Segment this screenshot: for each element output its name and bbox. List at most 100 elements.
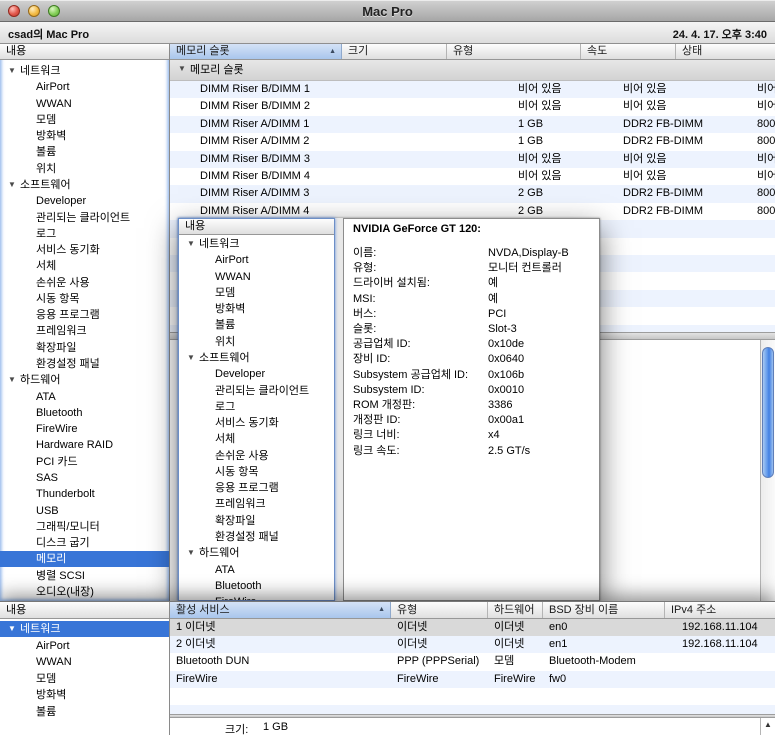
sidebar-item-ata[interactable]: ATA xyxy=(0,389,169,405)
table-row[interactable]: FireWireFireWireFireWirefw0 xyxy=(170,671,775,688)
sidebar-item-airport[interactable]: AirPort xyxy=(0,638,169,654)
sidebar-item-로그[interactable]: 로그 xyxy=(179,399,334,415)
sidebar-item-네트워크[interactable]: ▼네트워크 xyxy=(0,621,169,637)
table-row[interactable]: 2 이더넷이더넷이더넷en1192.168.11.104 xyxy=(170,636,775,653)
sidebar-item-방화벽[interactable]: 방화벽 xyxy=(0,128,169,144)
sidebar-item-환경설정-패널[interactable]: 환경설정 패널 xyxy=(0,356,169,372)
sidebar-item-wwan[interactable]: WWAN xyxy=(179,269,334,285)
column-header-bsd-device[interactable]: BSD 장비 이름 xyxy=(543,602,665,618)
sidebar-item-위치[interactable]: 위치 xyxy=(179,334,334,350)
disclosure-open-icon[interactable]: ▼ xyxy=(187,350,195,366)
table-row[interactable]: DIMM Riser A/DIMM 11 GBDDR2 FB-DIMM800 M… xyxy=(170,116,775,133)
sidebar-item-방화벽[interactable]: 방화벽 xyxy=(0,687,169,703)
vertical-scrollbar[interactable]: ▲ xyxy=(760,718,775,735)
sidebar-header[interactable]: 내용 xyxy=(0,44,169,60)
column-header-active-services[interactable]: 활성 서비스 ▲ xyxy=(170,602,391,618)
sidebar-item-모뎀[interactable]: 모뎀 xyxy=(179,285,334,301)
sidebar-item-developer[interactable]: Developer xyxy=(0,193,169,209)
sidebar-item-소프트웨어[interactable]: ▼소프트웨어 xyxy=(179,350,334,366)
table-row[interactable] xyxy=(170,705,775,714)
scroll-up-icon[interactable]: ▲ xyxy=(764,720,772,729)
disclosure-open-icon[interactable]: ▼ xyxy=(8,372,16,388)
sidebar-item-hardware-raid[interactable]: Hardware RAID xyxy=(0,437,169,453)
memory-group-row[interactable]: ▼ 메모리 슬롯 xyxy=(170,60,775,81)
sidebar-item-관리되는-클라이언트[interactable]: 관리되는 클라이언트 xyxy=(0,210,169,226)
sidebar-item-볼륨[interactable]: 볼륨 xyxy=(0,704,169,720)
sidebar-item-모뎀[interactable]: 모뎀 xyxy=(0,112,169,128)
column-header-type[interactable]: 유형 xyxy=(447,44,581,59)
sidebar-item-서비스-동기화[interactable]: 서비스 동기화 xyxy=(0,242,169,258)
sidebar-item-firewire[interactable]: FireWire xyxy=(179,594,334,601)
sidebar-item-wwan[interactable]: WWAN xyxy=(0,654,169,670)
sidebar-item-디스크-굽기[interactable]: 디스크 굽기 xyxy=(0,535,169,551)
sidebar-header[interactable]: 내용 xyxy=(179,219,334,235)
sidebar-item-오디오(내장)[interactable]: 오디오(내장) xyxy=(0,584,169,600)
column-header-status[interactable]: 상태 xyxy=(676,44,775,59)
table-row[interactable]: DIMM Riser A/DIMM 32 GBDDR2 FB-DIMM800 M… xyxy=(170,185,775,202)
column-header-speed[interactable]: 속도 xyxy=(581,44,676,59)
sidebar-item-방화벽[interactable]: 방화벽 xyxy=(179,301,334,317)
vertical-scrollbar[interactable] xyxy=(760,340,775,601)
sidebar-item-하드웨어[interactable]: ▼하드웨어 xyxy=(0,372,169,388)
disclosure-open-icon[interactable]: ▼ xyxy=(8,177,16,193)
sidebar-item-네트워크[interactable]: ▼네트워크 xyxy=(0,63,169,79)
sidebar-item-메모리[interactable]: 메모리 xyxy=(0,551,169,567)
sidebar-item-서체[interactable]: 서체 xyxy=(0,258,169,274)
sidebar-item-wwan[interactable]: WWAN xyxy=(0,96,169,112)
sidebar-item-환경설정-패널[interactable]: 환경설정 패널 xyxy=(179,529,334,545)
disclosure-open-icon[interactable]: ▼ xyxy=(8,63,16,79)
table-row[interactable]: 1 이더넷이더넷이더넷en0192.168.11.104 xyxy=(170,619,775,636)
sidebar-item-bluetooth[interactable]: Bluetooth xyxy=(179,578,334,594)
window-titlebar[interactable]: Mac Pro xyxy=(0,0,775,22)
sidebar-item-airport[interactable]: AirPort xyxy=(179,252,334,268)
table-row[interactable]: Bluetooth DUNPPP (PPPSerial)모뎀Bluetooth-… xyxy=(170,653,775,670)
disclosure-open-icon[interactable]: ▼ xyxy=(8,621,16,637)
sidebar-item-관리되는-클라이언트[interactable]: 관리되는 클라이언트 xyxy=(179,383,334,399)
column-header-memory-slot[interactable]: 메모리 슬롯 ▲ xyxy=(170,44,342,59)
table-row[interactable]: DIMM Riser B/DIMM 4비어 있음비어 있음비어 있음비어 있음 xyxy=(170,168,775,185)
sidebar-item-프레임워크[interactable]: 프레임워크 xyxy=(179,496,334,512)
table-row[interactable]: DIMM Riser A/DIMM 21 GBDDR2 FB-DIMM800 M… xyxy=(170,133,775,150)
sidebar-item-하드웨어[interactable]: ▼하드웨어 xyxy=(179,545,334,561)
table-row[interactable]: DIMM Riser B/DIMM 3비어 있음비어 있음비어 있음비어 있음 xyxy=(170,151,775,168)
sidebar-item-bluetooth[interactable]: Bluetooth xyxy=(0,405,169,421)
sidebar-item-pci-카드[interactable]: PCI 카드 xyxy=(0,454,169,470)
sidebar-item-모뎀[interactable]: 모뎀 xyxy=(0,671,169,687)
column-header-hardware[interactable]: 하드웨어 xyxy=(488,602,543,618)
sidebar-item-ata[interactable]: ATA xyxy=(179,562,334,578)
sidebar-item-developer[interactable]: Developer xyxy=(179,366,334,382)
sidebar-header[interactable]: 내용 xyxy=(0,602,169,619)
sidebar-item-볼륨[interactable]: 볼륨 xyxy=(179,317,334,333)
table-row[interactable]: DIMM Riser B/DIMM 2비어 있음비어 있음비어 있음비어 있음 xyxy=(170,98,775,115)
sidebar-item-그래픽/모니터[interactable]: 그래픽/모니터 xyxy=(0,519,169,535)
disclosure-open-icon[interactable]: ▼ xyxy=(187,545,195,561)
column-header-type[interactable]: 유형 xyxy=(391,602,488,618)
sidebar-item-위치[interactable]: 위치 xyxy=(0,161,169,177)
sidebar-item-손쉬운-사용[interactable]: 손쉬운 사용 xyxy=(0,275,169,291)
sidebar-item-thunderbolt[interactable]: Thunderbolt xyxy=(0,486,169,502)
sidebar-item-응용-프로그램[interactable]: 응용 프로그램 xyxy=(179,480,334,496)
disclosure-open-icon[interactable]: ▼ xyxy=(178,64,186,73)
sidebar-item-firewire[interactable]: FireWire xyxy=(0,421,169,437)
sidebar-item-응용-프로그램[interactable]: 응용 프로그램 xyxy=(0,307,169,323)
disclosure-open-icon[interactable]: ▼ xyxy=(187,236,195,252)
sidebar-item-시동-항목[interactable]: 시동 항목 xyxy=(179,464,334,480)
sidebar-item-확장파일[interactable]: 확장파일 xyxy=(179,513,334,529)
sidebar-item-airport[interactable]: AirPort xyxy=(0,79,169,95)
column-header-ipv4[interactable]: IPv4 주소 xyxy=(665,602,775,618)
sidebar-item-병렬-scsi[interactable]: 병렬 SCSI xyxy=(0,568,169,584)
sidebar-item-로그[interactable]: 로그 xyxy=(0,226,169,242)
sidebar-item-sas[interactable]: SAS xyxy=(0,470,169,486)
column-header-size[interactable]: 크기 xyxy=(342,44,447,59)
scrollbar-thumb[interactable] xyxy=(762,347,774,478)
sidebar-item-usb[interactable]: USB xyxy=(0,503,169,519)
sidebar-item-서체[interactable]: 서체 xyxy=(179,431,334,447)
sidebar-item-손쉬운-사용[interactable]: 손쉬운 사용 xyxy=(179,448,334,464)
table-row[interactable] xyxy=(170,688,775,705)
sidebar-item-볼륨[interactable]: 볼륨 xyxy=(0,144,169,160)
sidebar-item-서비스-동기화[interactable]: 서비스 동기화 xyxy=(179,415,334,431)
sidebar-item-프레임워크[interactable]: 프레임워크 xyxy=(0,323,169,339)
table-row[interactable]: DIMM Riser B/DIMM 1비어 있음비어 있음비어 있음비어 있음 xyxy=(170,81,775,98)
sidebar-item-시동-항목[interactable]: 시동 항목 xyxy=(0,291,169,307)
sidebar-item-확장파일[interactable]: 확장파일 xyxy=(0,340,169,356)
